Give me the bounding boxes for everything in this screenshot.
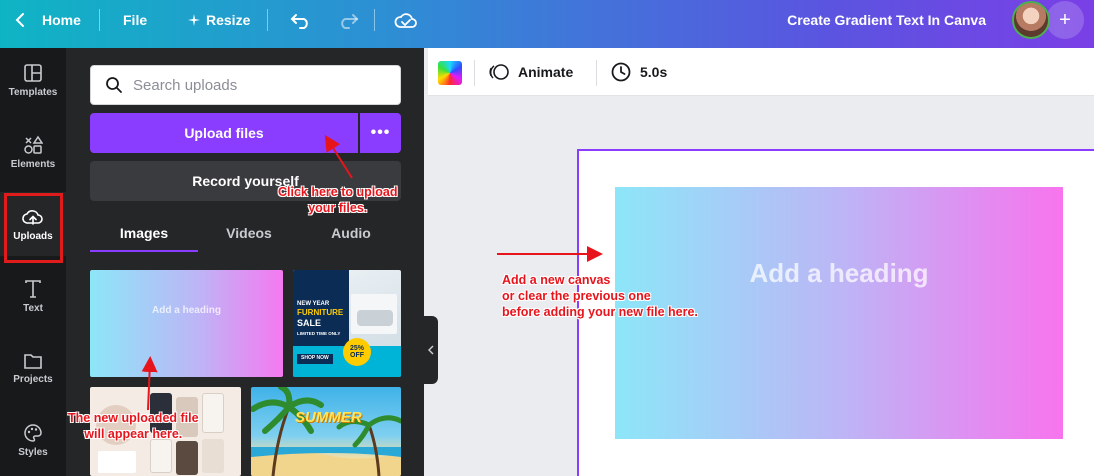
annotation-line: Click here to upload (278, 185, 398, 199)
tab-images[interactable]: Images (89, 218, 199, 248)
resize-button[interactable]: Resize (206, 0, 250, 40)
upload-files-button[interactable]: Upload files (90, 113, 358, 153)
divider (596, 60, 597, 86)
color-picker-button[interactable] (438, 61, 462, 85)
uploaded-image-furniture[interactable]: NEW YEAR FURNITURE SALE LIMITED TIME ONL… (293, 270, 401, 377)
redo-icon[interactable] (336, 8, 360, 32)
collapse-panel-handle[interactable] (424, 316, 438, 384)
undo-icon[interactable] (289, 8, 313, 32)
divider (374, 9, 375, 31)
canvas-heading-text[interactable]: Add a heading (749, 258, 928, 289)
elements-icon (24, 135, 43, 154)
furniture-line3: SALE (297, 318, 322, 328)
annotation-line: The new uploaded file (68, 411, 199, 425)
search-box[interactable] (90, 65, 401, 105)
thumb-annotation: The new uploaded file will appear here. (68, 410, 199, 442)
folder-icon (24, 353, 42, 369)
uploaded-image-gradient[interactable]: Add a heading (90, 270, 283, 377)
divider (99, 9, 100, 31)
divider (474, 60, 475, 86)
clock-icon (611, 62, 631, 82)
animate-icon (489, 64, 509, 80)
animate-label: Animate (518, 64, 574, 80)
decor-card (98, 451, 136, 473)
active-tab-indicator (90, 250, 198, 252)
rail-item-text[interactable]: Text (0, 264, 66, 328)
file-menu-button[interactable]: File (123, 0, 147, 40)
sofa-shape (357, 310, 393, 326)
canvas-annotation: Add a new canvas or clear the previous o… (502, 272, 698, 320)
sparkle-icon (182, 8, 206, 32)
palm-tree-illustration (251, 387, 401, 476)
add-collaborator-button[interactable]: + (1046, 1, 1084, 39)
palette-icon (24, 423, 42, 442)
duration-label: 5.0s (640, 64, 668, 80)
upload-annotation: Click here to upload your files. (278, 184, 397, 216)
tab-audio[interactable]: Audio (296, 218, 406, 248)
text-icon (25, 279, 41, 298)
rail-item-styles[interactable]: Styles (0, 408, 66, 472)
phone-mockup (202, 439, 224, 473)
uploaded-image-summer[interactable]: SUMMER (251, 387, 401, 476)
phone-mockup (150, 439, 172, 473)
context-toolbar: Animate 5.0s (428, 48, 1094, 96)
templates-icon (24, 63, 42, 82)
animate-button[interactable]: Animate (488, 48, 573, 96)
chevron-left-icon (428, 345, 434, 355)
chevron-left-icon[interactable] (8, 8, 32, 32)
tab-videos[interactable]: Videos (194, 218, 304, 248)
avatar[interactable] (1012, 1, 1050, 39)
rail-item-elements[interactable]: Elements (0, 120, 66, 184)
search-input[interactable] (133, 76, 373, 94)
search-icon (106, 77, 122, 93)
top-bar: Home File Resize Create Gradient Text In… (0, 0, 1094, 48)
phone-mockup (202, 393, 224, 433)
rail-item-projects[interactable]: Projects (0, 336, 66, 400)
rail-label: Text (23, 302, 43, 314)
divider (267, 9, 268, 31)
rail-label: Elements (10, 158, 56, 170)
document-title[interactable]: Create Gradient Text In Canva (787, 0, 986, 40)
furniture-line4: LIMITED TIME ONLY (297, 331, 341, 336)
thumb-heading-text: Add a heading (152, 305, 221, 316)
furniture-line2: FURNITURE (297, 308, 344, 317)
more-options-button[interactable]: ••• (360, 113, 401, 153)
cloud-saved-icon[interactable] (394, 8, 418, 32)
phone-mockup (176, 441, 198, 475)
furniture-line1: NEW YEAR (297, 301, 330, 307)
rail-label: Projects (13, 373, 53, 385)
annotation-line: or clear the previous one (502, 289, 651, 303)
furniture-shop: SHOP NOW (297, 354, 333, 364)
annotation-line: your files. (308, 201, 368, 215)
duration-button[interactable]: 5.0s (610, 48, 667, 96)
furniture-badge: 25% OFF (343, 338, 371, 366)
uploads-highlight-box (4, 193, 63, 263)
rail-item-templates[interactable]: Templates (0, 48, 66, 112)
home-button[interactable]: Home (42, 0, 81, 40)
annotation-line: before adding your new file here. (502, 305, 698, 319)
rail-label: Styles (18, 446, 48, 458)
rail-label: Templates (8, 86, 58, 98)
summer-text: SUMMER (295, 409, 362, 426)
annotation-line: Add a new canvas (502, 273, 611, 287)
annotation-line: will appear here. (84, 427, 183, 441)
